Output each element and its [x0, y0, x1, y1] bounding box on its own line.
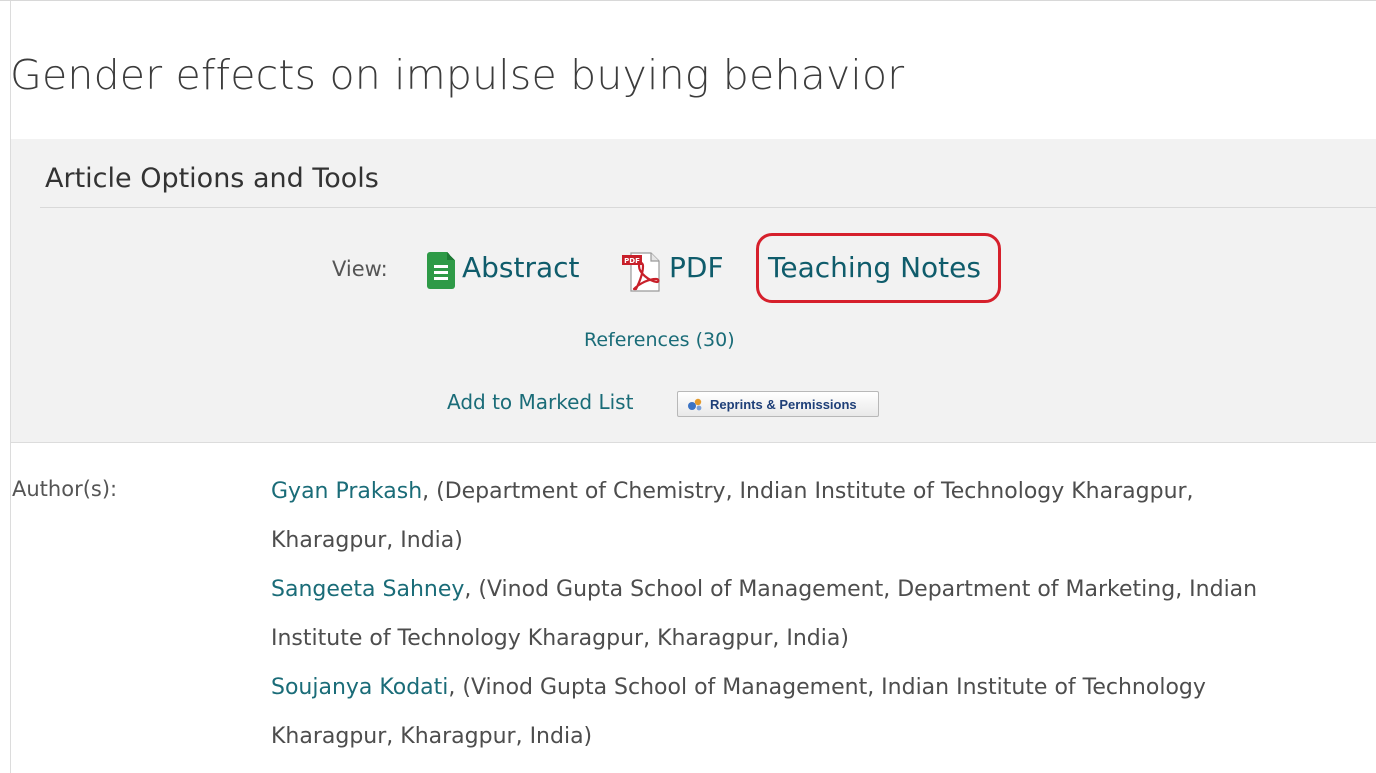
author-affiliation: , (Vinod Gupta School of Management, Dep…	[464, 577, 1258, 602]
pdf-label: PDF	[669, 251, 724, 284]
authors-list: Gyan Prakash, (Department of Chemistry, …	[271, 467, 1371, 761]
authors-label: Author(s):	[12, 477, 118, 501]
pdf-icon: PDF	[622, 252, 660, 292]
author-affiliation: , (Vinod Gupta School of Management, Ind…	[448, 675, 1206, 700]
add-to-marked-list-link[interactable]: Add to Marked List	[447, 390, 633, 414]
author-entry: Soujanya Kodati, (Vinod Gupta School of …	[271, 663, 1371, 761]
tools-heading: Article Options and Tools	[45, 163, 379, 194]
author-affiliation-cont: Institute of Technology Kharagpur, Khara…	[271, 626, 849, 651]
author-name-link[interactable]: Gyan Prakash	[271, 479, 422, 504]
author-affiliation-cont: Kharagpur, India)	[271, 528, 463, 553]
reprints-permissions-button[interactable]: Reprints & Permissions	[677, 391, 879, 417]
teaching-notes-link[interactable]: Teaching Notes	[768, 251, 981, 284]
abstract-label: Abstract	[462, 251, 580, 284]
document-icon	[427, 252, 455, 289]
author-affiliation: , (Department of Chemistry, Indian Insti…	[422, 479, 1194, 504]
author-entry: Sangeeta Sahney, (Vinod Gupta School of …	[271, 565, 1371, 663]
article-tools-panel: Article Options and Tools View: Abstract…	[11, 139, 1376, 443]
author-affiliation-cont: Kharagpur, Kharagpur, India)	[271, 724, 593, 749]
author-entry: Gyan Prakash, (Department of Chemistry, …	[271, 467, 1371, 565]
pdf-icon-text: PDF	[624, 257, 640, 265]
references-link[interactable]: References (30)	[584, 329, 735, 351]
author-name-link[interactable]: Soujanya Kodati	[271, 675, 448, 700]
reprints-label: Reprints & Permissions	[710, 397, 857, 412]
view-label: View:	[332, 257, 388, 281]
article-title: Gender effects on impulse buying behavio…	[10, 51, 905, 99]
author-name-link[interactable]: Sangeeta Sahney	[271, 577, 464, 602]
article-page: Gender effects on impulse buying behavio…	[0, 0, 1376, 773]
reprints-icon	[688, 398, 702, 411]
view-options-row: View: Abstract PDF PDF Teaching Notes	[11, 247, 1376, 292]
tools-divider	[40, 207, 1376, 208]
